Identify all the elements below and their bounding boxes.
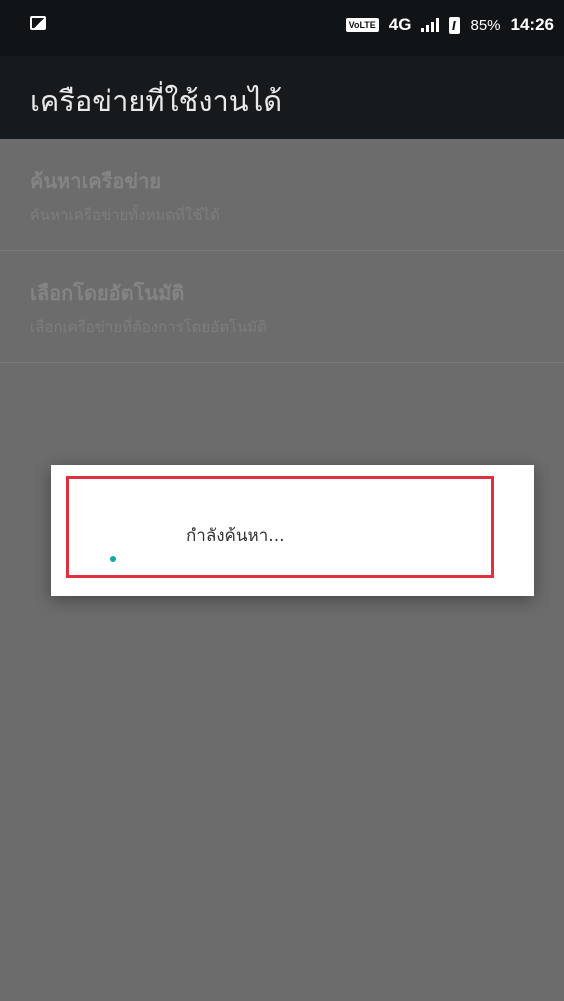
clock: 14:26 bbox=[510, 15, 554, 34]
status-bar: VoLTE 4G 85% 14:26 bbox=[0, 0, 564, 56]
status-icons: VoLTE 4G 85% 14:26 bbox=[345, 14, 554, 36]
settings-list: ค้นหาเครือข่าย ค้นหาเครือข่ายทั้งหมดที่ใ… bbox=[0, 139, 564, 363]
battery-icon bbox=[449, 16, 461, 34]
list-item-subtitle: ค้นหาเครือข่ายทั้งหมดที่ใช้ได้ bbox=[30, 206, 220, 224]
progress-dialog bbox=[51, 465, 534, 596]
gallery-notification-icon bbox=[30, 16, 48, 32]
signal-icon bbox=[421, 18, 440, 32]
list-item-subtitle: เลือกเครือข่ายที่ต้องการโดยอัตโนมัติ bbox=[30, 318, 267, 336]
volte-badge: VoLTE bbox=[345, 18, 379, 32]
search-networks-item[interactable]: ค้นหาเครือข่าย ค้นหาเครือข่ายทั้งหมดที่ใ… bbox=[0, 139, 564, 251]
list-item-title: เลือกโดยอัตโนมัติ bbox=[30, 281, 185, 305]
app-toolbar: เครือข่ายที่ใช้งานได้ bbox=[0, 56, 564, 139]
page-title: เครือข่ายที่ใช้งานได้ bbox=[30, 84, 283, 118]
battery-percent: 85% bbox=[470, 16, 501, 34]
auto-select-item[interactable]: เลือกโดยอัตโนมัติ เลือกเครือข่ายที่ต้องก… bbox=[0, 251, 564, 363]
network-type: 4G bbox=[388, 15, 412, 34]
progress-message: กำลังค้นหา... bbox=[186, 526, 285, 546]
list-item-title: ค้นหาเครือข่าย bbox=[30, 169, 162, 193]
progress-spinner-icon bbox=[110, 556, 116, 562]
